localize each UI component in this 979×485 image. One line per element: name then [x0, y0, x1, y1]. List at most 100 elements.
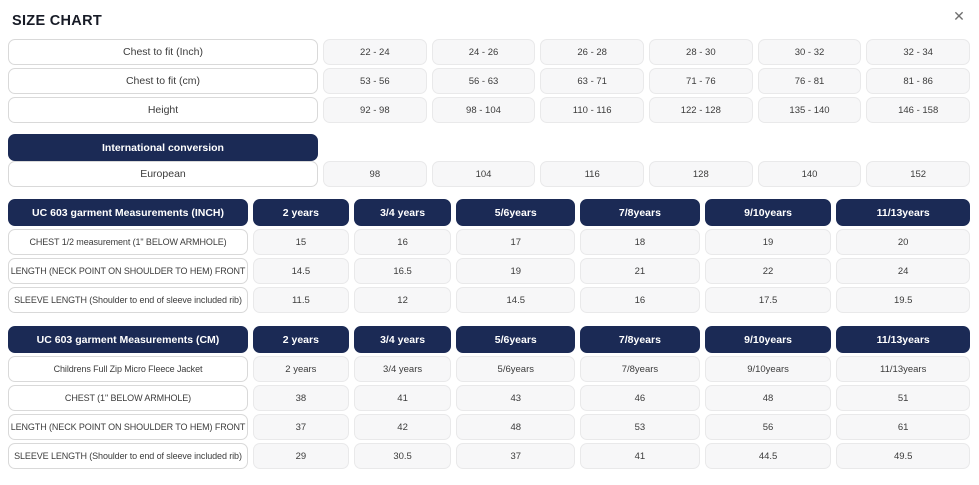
table-row: LENGTH (NECK POINT ON SHOULDER TO HEM) F…	[8, 258, 970, 284]
measurement-value: 46	[580, 385, 700, 411]
measurement-value: 43	[456, 385, 575, 411]
size-value: 98 - 104	[432, 97, 536, 123]
measurement-value: 21	[580, 258, 700, 284]
cm-measurements-table: UC 603 garment Measurements (CM) 2 years…	[8, 326, 970, 469]
col-header: 2 years	[253, 199, 349, 226]
table-row: Height 92 - 98 98 - 104 110 - 116 122 - …	[8, 97, 970, 123]
measurement-value: 38	[253, 385, 349, 411]
col-header: 5/6years	[456, 326, 575, 353]
size-value: 110 - 116	[540, 97, 644, 123]
col-header: 7/8years	[580, 326, 700, 353]
table-row: CHEST 1/2 measurement (1" BELOW ARMHOLE)…	[8, 229, 970, 255]
table-row: SLEEVE LENGTH (Shoulder to end of sleeve…	[8, 443, 970, 469]
measurement-value: 61	[836, 414, 970, 440]
size-value: 32 - 34	[866, 39, 970, 65]
measurement-value: 42	[354, 414, 452, 440]
measurement-value: 14.5	[253, 258, 349, 284]
measurement-value: 11.5	[253, 287, 349, 313]
measurement-value: 2 years	[253, 356, 349, 382]
measurement-value: 3/4 years	[354, 356, 452, 382]
size-value: 116	[540, 161, 644, 187]
measurement-value: 41	[580, 443, 700, 469]
measurement-value: 19	[456, 258, 575, 284]
measurement-value: 9/10years	[705, 356, 832, 382]
size-value: 56 - 63	[432, 68, 536, 94]
size-value: 104	[432, 161, 536, 187]
table-row: Chest to fit (Inch) 22 - 24 24 - 26 26 -…	[8, 39, 970, 65]
row-label: SLEEVE LENGTH (Shoulder to end of sleeve…	[8, 287, 248, 313]
measurement-value: 56	[705, 414, 832, 440]
row-label: Height	[8, 97, 318, 123]
measurement-value: 14.5	[456, 287, 575, 313]
table-row: CHEST (1" BELOW ARMHOLE) 38 41 43 46 48 …	[8, 385, 970, 411]
table-row: SLEEVE LENGTH (Shoulder to end of sleeve…	[8, 287, 970, 313]
measurement-value: 17	[456, 229, 575, 255]
measurement-value: 12	[354, 287, 452, 313]
inch-measurements-table: UC 603 garment Measurements (INCH) 2 yea…	[8, 199, 970, 313]
measurement-value: 51	[836, 385, 970, 411]
size-value: 76 - 81	[758, 68, 862, 94]
measurement-value: 22	[705, 258, 832, 284]
size-value: 22 - 24	[323, 39, 427, 65]
measurement-value: 53	[580, 414, 700, 440]
measurement-value: 17.5	[705, 287, 832, 313]
measurement-value: 37	[456, 443, 575, 469]
size-value: 81 - 86	[866, 68, 970, 94]
table-header: UC 603 garment Measurements (INCH)	[8, 199, 248, 226]
col-header: 11/13years	[836, 326, 970, 353]
size-value: 98	[323, 161, 427, 187]
size-value: 92 - 98	[323, 97, 427, 123]
size-chart-modal: ✕ SIZE CHART Chest to fit (Inch) 22 - 24…	[0, 0, 979, 485]
row-label: Chest to fit (cm)	[8, 68, 318, 94]
size-value: 152	[866, 161, 970, 187]
row-label: LENGTH (NECK POINT ON SHOULDER TO HEM) F…	[8, 414, 248, 440]
table-row: LENGTH (NECK POINT ON SHOULDER TO HEM) F…	[8, 414, 970, 440]
measurement-value: 48	[456, 414, 575, 440]
col-header: 7/8years	[580, 199, 700, 226]
measurement-value: 24	[836, 258, 970, 284]
measurement-value: 29	[253, 443, 349, 469]
fit-section: Chest to fit (Inch) 22 - 24 24 - 26 26 -…	[8, 39, 970, 123]
size-value: 24 - 26	[432, 39, 536, 65]
measurement-value: 16	[354, 229, 452, 255]
conversion-header: International conversion	[8, 134, 318, 161]
col-header: 3/4 years	[354, 199, 452, 226]
row-label: SLEEVE LENGTH (Shoulder to end of sleeve…	[8, 443, 248, 469]
row-label: Childrens Full Zip Micro Fleece Jacket	[8, 356, 248, 382]
conversion-section: International conversion European 98 104…	[8, 134, 970, 187]
measurement-value: 7/8years	[580, 356, 700, 382]
table-row: Chest to fit (cm) 53 - 56 56 - 63 63 - 7…	[8, 68, 970, 94]
measurement-value: 5/6years	[456, 356, 575, 382]
size-value: 30 - 32	[758, 39, 862, 65]
measurement-value: 16	[580, 287, 700, 313]
col-header: 3/4 years	[354, 326, 452, 353]
col-header: 9/10years	[705, 199, 832, 226]
size-value: 128	[649, 161, 753, 187]
row-label: LENGTH (NECK POINT ON SHOULDER TO HEM) F…	[8, 258, 248, 284]
table-header-row: UC 603 garment Measurements (INCH) 2 yea…	[8, 199, 970, 226]
col-header: 11/13years	[836, 199, 970, 226]
table-row: European 98 104 116 128 140 152	[8, 161, 970, 187]
measurement-value: 18	[580, 229, 700, 255]
col-header: 5/6years	[456, 199, 575, 226]
size-value: 53 - 56	[323, 68, 427, 94]
measurement-value: 19.5	[836, 287, 970, 313]
measurement-value: 37	[253, 414, 349, 440]
table-header-row: UC 603 garment Measurements (CM) 2 years…	[8, 326, 970, 353]
row-label: European	[8, 161, 318, 187]
row-label: Chest to fit (Inch)	[8, 39, 318, 65]
measurement-value: 11/13years	[836, 356, 970, 382]
size-value: 26 - 28	[540, 39, 644, 65]
col-header: 2 years	[253, 326, 349, 353]
measurement-value: 41	[354, 385, 452, 411]
close-icon[interactable]: ✕	[949, 6, 969, 26]
measurement-value: 19	[705, 229, 832, 255]
size-value: 63 - 71	[540, 68, 644, 94]
size-value: 28 - 30	[649, 39, 753, 65]
size-value: 140	[758, 161, 862, 187]
size-value: 122 - 128	[649, 97, 753, 123]
page-title: SIZE CHART	[8, 0, 970, 29]
row-label: CHEST 1/2 measurement (1" BELOW ARMHOLE)	[8, 229, 248, 255]
measurement-value: 44.5	[705, 443, 832, 469]
measurement-value: 15	[253, 229, 349, 255]
